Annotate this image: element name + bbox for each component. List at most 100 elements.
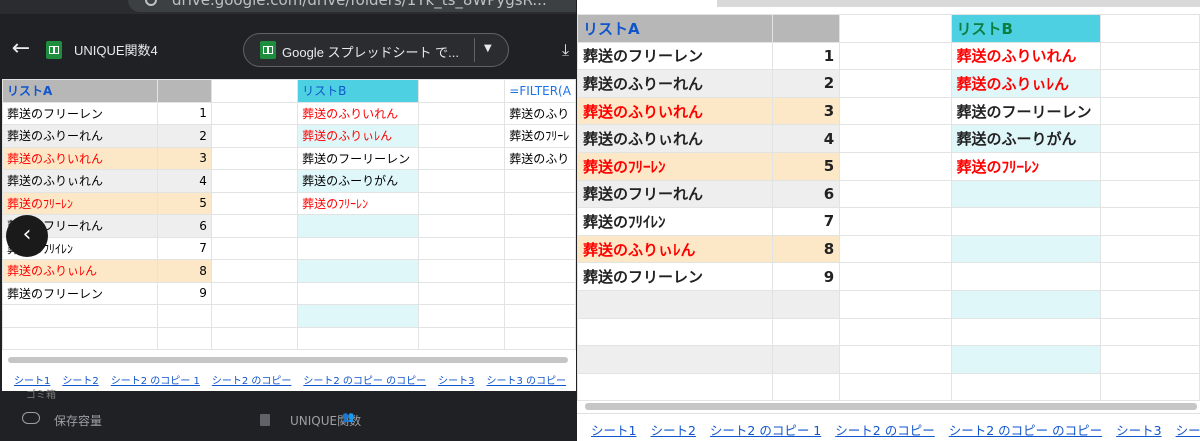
sheet-tab[interactable]: シート3 (1116, 420, 1161, 439)
cell-number[interactable]: 5 (156, 191, 212, 215)
cell-list-b[interactable] (950, 207, 1102, 236)
cell-filter-result[interactable] (504, 236, 576, 260)
cell-list-a[interactable]: 葬送のふりぃれん (577, 124, 773, 153)
cell-empty[interactable] (839, 96, 952, 126)
cell-empty[interactable] (839, 14, 952, 43)
cell-list-a[interactable]: 葬送のふりいれん (577, 96, 773, 126)
cell-filter-result[interactable] (504, 169, 576, 193)
cell-list-b[interactable]: 葬送のふーりがん (950, 124, 1102, 153)
cell-empty[interactable] (417, 79, 506, 103)
cell-empty[interactable] (839, 289, 952, 319)
cell-list-b[interactable] (297, 281, 419, 305)
formula-cell[interactable]: =FILTER(A (504, 79, 576, 103)
sheet-tab[interactable]: シート2 のコピー 1 (111, 372, 200, 387)
cell-empty[interactable] (1100, 179, 1200, 209)
cell-empty[interactable] (839, 69, 952, 98)
cell-empty[interactable] (1100, 41, 1200, 71)
cell-list-b[interactable]: 葬送のﾌﾘｰﾚﾝ (950, 151, 1102, 181)
cell-list-a[interactable] (577, 372, 773, 402)
cell-empty[interactable] (210, 214, 299, 238)
cell-list-a[interactable] (2, 304, 158, 328)
cell-list-b[interactable]: 葬送のふりいれん (297, 101, 419, 125)
cell-empty[interactable] (839, 345, 952, 374)
sheet-tab[interactable]: シート2 のコピー 1 (710, 420, 821, 439)
cell-list-a[interactable]: 葬送のふりぃれん (2, 169, 158, 193)
cell-empty[interactable] (417, 214, 506, 238)
sheet-tab[interactable]: シート1 (591, 420, 636, 439)
cell-empty[interactable] (1100, 124, 1200, 153)
cell-list-b[interactable] (950, 289, 1102, 319)
cell-list-a[interactable] (577, 289, 773, 319)
sheet-tab[interactable]: シート2 のコピー のコピー (949, 420, 1102, 439)
cell-number[interactable]: 1 (156, 101, 212, 125)
cell-list-b[interactable] (297, 214, 419, 238)
cell-list-b[interactable] (297, 259, 419, 283)
cell-empty[interactable] (1100, 345, 1200, 374)
cell-number[interactable] (771, 14, 841, 43)
cell-empty[interactable] (417, 146, 506, 170)
cell-empty[interactable] (1100, 14, 1200, 43)
cell-empty[interactable] (839, 41, 952, 71)
cell-list-b[interactable] (950, 179, 1102, 209)
cell-number[interactable] (771, 372, 841, 402)
cell-list-b[interactable]: 葬送のふーりがん (297, 169, 419, 193)
sheet-tab[interactable]: シート3 のコピー (487, 372, 567, 387)
cell-list-b[interactable]: 葬送のふりぃﾚん (950, 69, 1102, 98)
cell-empty[interactable] (210, 101, 299, 125)
cell-number[interactable] (771, 289, 841, 319)
cell-list-a[interactable]: 葬送のフリーレン (577, 41, 773, 71)
cell-list-a[interactable]: 葬送のﾌﾘｰﾚﾝ (2, 191, 158, 215)
cell-number[interactable]: 2 (156, 124, 212, 148)
cell-list-a[interactable]: 葬送のフリーれん (577, 179, 773, 209)
cell-list-b[interactable] (297, 326, 419, 350)
sheet-tab[interactable]: シート2 (650, 420, 695, 439)
cell-number[interactable]: 2 (771, 69, 841, 98)
cell-empty[interactable] (210, 281, 299, 305)
cell-number[interactable]: 7 (156, 236, 212, 260)
cell-empty[interactable] (1100, 372, 1200, 402)
sheet-tab[interactable]: シート2 のコピー (835, 420, 934, 439)
storage-label[interactable]: 保存容量 (54, 412, 102, 429)
cell-list-b[interactable] (297, 236, 419, 260)
header-list-b[interactable]: リストB (297, 79, 419, 103)
cell-empty[interactable] (1100, 69, 1200, 98)
cell-empty[interactable] (210, 124, 299, 148)
cell-number[interactable]: 6 (771, 179, 841, 209)
cell-list-b[interactable]: 葬送のフーリーレン (297, 146, 419, 170)
cell-filter-result[interactable] (504, 326, 576, 350)
cell-list-b[interactable] (950, 234, 1102, 264)
cell-empty[interactable] (210, 169, 299, 193)
cell-number[interactable]: 8 (771, 234, 841, 264)
cell-filter-result[interactable]: 葬送のふり (504, 101, 576, 125)
cell-empty[interactable] (417, 259, 506, 283)
cell-empty[interactable] (417, 236, 506, 260)
cell-empty[interactable] (210, 191, 299, 215)
cell-empty[interactable] (210, 304, 299, 328)
cell-list-a[interactable]: 葬送のふりーれん (2, 124, 158, 148)
header-list-a[interactable]: リストA (577, 14, 773, 43)
cell-list-a[interactable]: 葬送のふりいれん (2, 146, 158, 170)
sheet-tab[interactable]: シート2 (62, 372, 98, 387)
sheet-tab[interactable]: シート2 のコピー (212, 372, 292, 387)
cell-list-b[interactable]: 葬送のふりいれん (950, 41, 1102, 71)
cell-list-a[interactable]: 葬送のふりーれん (577, 69, 773, 98)
cell-number[interactable]: 7 (771, 207, 841, 236)
cell-filter-result[interactable] (504, 281, 576, 305)
sheet-tab[interactable]: シート1 (14, 372, 50, 387)
cell-empty[interactable] (210, 146, 299, 170)
cell-filter-result[interactable]: 葬送のふり (504, 146, 576, 170)
cell-empty[interactable] (210, 259, 299, 283)
cell-empty[interactable] (839, 317, 952, 347)
cell-list-b[interactable] (950, 372, 1102, 402)
cell-empty[interactable] (417, 124, 506, 148)
cell-filter-result[interactable]: 葬送のﾌﾘｰﾚ (504, 124, 576, 148)
cell-filter-result[interactable] (504, 191, 576, 215)
cell-number[interactable] (771, 317, 841, 347)
cell-list-a[interactable] (2, 326, 158, 350)
cell-list-a[interactable] (577, 345, 773, 374)
cell-list-b[interactable]: 葬送のフーリーレン (950, 96, 1102, 126)
cell-list-a[interactable]: 葬送のフリーレン (577, 262, 773, 291)
cell-number[interactable]: 5 (771, 151, 841, 181)
header-list-b[interactable]: リストB (950, 14, 1102, 43)
cell-list-a[interactable] (577, 317, 773, 347)
